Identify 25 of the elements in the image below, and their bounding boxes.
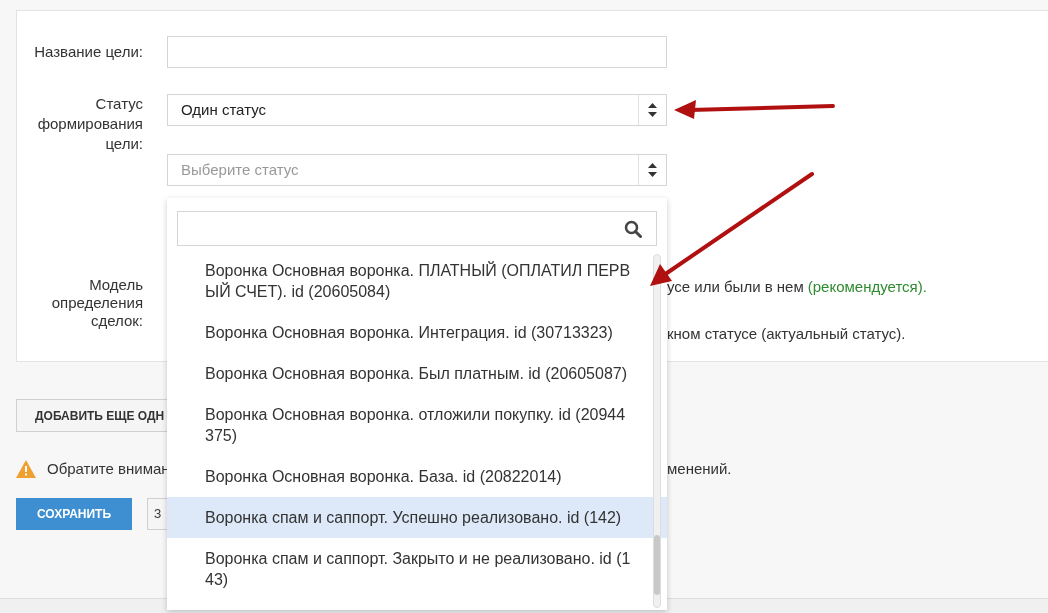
dropdown-option[interactable]: Воронка Основная воронка. ПЛАТНЫЙ (ОПЛАТИЛ ПЕРВЫЙ СЧЕТ). id (20605084) bbox=[167, 250, 667, 312]
dropdown-option[interactable]: Воронка спам и саппорт. Успешно реализовано. id (142) bbox=[167, 497, 667, 538]
scrollbar-thumb[interactable] bbox=[654, 535, 660, 595]
field-label: Название цели: bbox=[33, 41, 143, 62]
dropdown-option[interactable]: Воронка Основная воронка. отложили покупку. id (20944375) bbox=[167, 394, 667, 456]
search-icon bbox=[624, 219, 642, 238]
secondary-button[interactable]: З bbox=[147, 498, 167, 530]
input-field[interactable] bbox=[167, 36, 667, 68]
dropdown-option[interactable]: Воронка Основная воронка. База. id (20822014) bbox=[167, 456, 667, 497]
warning-icon bbox=[16, 460, 36, 478]
warning-text: менений. bbox=[667, 458, 732, 479]
dropdown-option[interactable]: Воронка Основная воронка. Интеграция. id (30713323) bbox=[167, 312, 667, 353]
select-field[interactable]: Один статус bbox=[167, 94, 667, 126]
field-label: Модель определения сделок: bbox=[50, 276, 143, 330]
sort-icon bbox=[648, 163, 657, 177]
field-label: Статус формирования цели: bbox=[36, 94, 143, 154]
dropdown-option[interactable]: Воронка спам и саппорт. Закрыто и не реализовано. id (143) bbox=[167, 538, 667, 600]
radio-label: усе или были в нем bbox=[667, 277, 804, 297]
warning-text: Обратите вниман bbox=[47, 458, 170, 479]
recommended-note: (рекомендуется). bbox=[807, 277, 927, 297]
search-field[interactable] bbox=[177, 211, 657, 246]
sort-icon bbox=[648, 103, 657, 117]
radio-label: кном статусе (актуальный статус). bbox=[667, 323, 907, 344]
dropdown-option[interactable]: Воронка Основная воронка. Был платным. id (20605087) bbox=[167, 353, 667, 394]
add-goal-button[interactable]: ДОБАВИТЬ ЕЩЕ ОДН bbox=[16, 399, 167, 432]
